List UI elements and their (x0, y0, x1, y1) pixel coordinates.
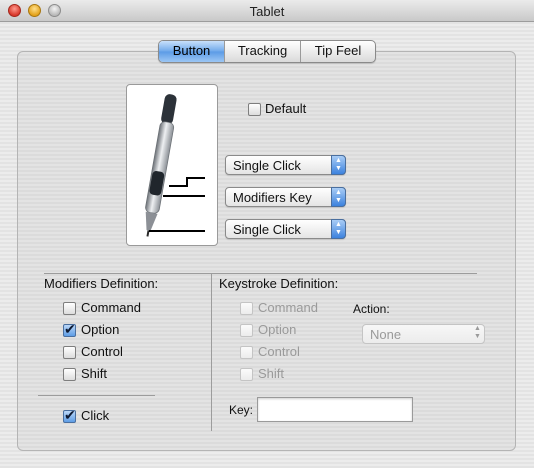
tip-popup[interactable]: Single Click ▲ ▼ (225, 219, 346, 239)
keystroke-shift-checkbox[interactable] (240, 368, 253, 381)
upper-button-popup[interactable]: Single Click ▲ ▼ (225, 155, 346, 175)
section-divider (44, 273, 477, 274)
modifiers-definition-title: Modifiers Definition: (44, 276, 159, 291)
default-label: Default (265, 101, 307, 116)
tab-tracking[interactable]: Tracking (225, 41, 301, 62)
popup-arrows-icon: ▲ ▼ (331, 187, 346, 207)
upper-button-callout-line (169, 177, 205, 187)
keystroke-control-checkbox[interactable] (240, 346, 253, 359)
tip-popup-value: Single Click (233, 222, 301, 237)
modifier-shift-checkbox[interactable] (63, 368, 76, 381)
popup-arrows-icon: ▲ ▼ (331, 155, 346, 175)
keystroke-command-label: Command (258, 300, 318, 315)
pen-illustration-frame (126, 84, 218, 246)
click-divider (38, 395, 155, 396)
action-popup-value: None (370, 327, 402, 342)
modifier-option-checkbox[interactable] (63, 321, 76, 338)
title-bar: Tablet (0, 0, 534, 22)
action-popup[interactable]: None ▲ ▼ (362, 324, 485, 344)
modifier-command-checkbox[interactable] (63, 302, 76, 315)
keystroke-control-label: Control (258, 344, 300, 359)
click-checkbox[interactable] (63, 407, 76, 424)
modifier-shift-label: Shift (81, 366, 108, 381)
pen-illustration (145, 94, 205, 237)
tab-tip-feel[interactable]: Tip Feel (301, 41, 375, 62)
keystroke-shift-label: Shift (258, 366, 285, 381)
popup-arrows-icon: ▲ ▼ (474, 325, 481, 340)
default-checkbox[interactable] (248, 103, 261, 116)
tab-button[interactable]: Button (159, 41, 225, 62)
lower-button-popup[interactable]: Modifiers Key ▲ ▼ (225, 187, 346, 207)
keystroke-option-label: Option (258, 322, 297, 337)
modifier-command-label: Command (81, 300, 141, 315)
keystroke-definition-title: Keystroke Definition: (219, 276, 339, 291)
window-title: Tablet (249, 4, 285, 19)
lower-button-popup-value: Modifiers Key (233, 190, 312, 205)
modifier-control-label: Control (81, 344, 123, 359)
action-label: Action: (353, 302, 390, 316)
upper-button-popup-value: Single Click (233, 158, 301, 173)
modifier-option-label: Option (81, 322, 120, 337)
keystroke-option-checkbox[interactable] (240, 324, 253, 337)
popup-arrows-icon: ▲ ▼ (331, 219, 346, 239)
modifier-control-checkbox[interactable] (63, 346, 76, 359)
section-vertical-divider (211, 273, 212, 431)
key-label: Key: (229, 403, 254, 417)
key-input[interactable] (257, 397, 413, 422)
click-label: Click (81, 408, 110, 423)
keystroke-command-checkbox[interactable] (240, 302, 253, 315)
tab-bar: Button Tracking Tip Feel (158, 40, 376, 63)
